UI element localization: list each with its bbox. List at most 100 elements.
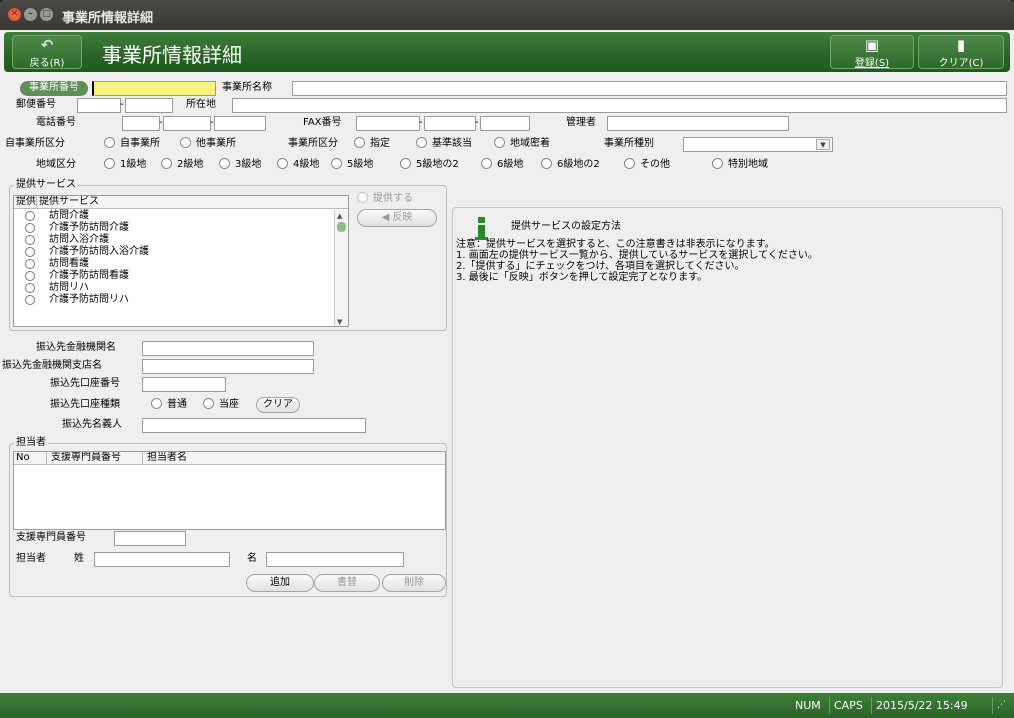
reflect-button[interactable]: ◀ 反映 (357, 209, 437, 227)
office-category-radio-other[interactable]: 他事業所 (180, 137, 236, 151)
manager-input[interactable] (607, 116, 789, 131)
delete-button[interactable]: 削除 (382, 574, 446, 592)
region-radio-6[interactable]: 6級地 (481, 158, 523, 172)
save-button[interactable]: ▣ 登録(S) (830, 35, 914, 69)
service-row[interactable]: 訪問リハ (14, 282, 334, 294)
chevron-down-icon: ▼ (816, 139, 830, 150)
office-type-label: 事業所種別 (604, 138, 654, 149)
office-no-input[interactable] (92, 81, 216, 96)
office-category-radio-own[interactable]: 自事業所 (104, 137, 160, 151)
phone-input-3[interactable] (214, 116, 266, 131)
service-row[interactable]: 介護予防訪問リハ (14, 294, 334, 306)
service-row[interactable]: 訪問看護 (14, 258, 334, 270)
phone-input-2[interactable] (163, 116, 211, 131)
postal-input-1[interactable] (77, 98, 121, 113)
scroll-down-icon[interactable]: ▼ (337, 318, 342, 326)
bank-branch-label: 振込先金融機関支店名 (2, 360, 102, 371)
office-division-label: 事業所区分 (288, 138, 338, 149)
clear-button-label: クリア(C) (938, 58, 984, 69)
office-type-select[interactable]: ▼ (683, 137, 833, 152)
account-type-clear-button[interactable]: クリア (256, 397, 300, 413)
region-radio-2[interactable]: 2級地 (161, 158, 203, 172)
address-input[interactable] (232, 98, 1007, 113)
first-name-input[interactable] (266, 552, 404, 567)
account-no-input[interactable] (142, 377, 226, 392)
holder-label: 振込先名義人 (62, 419, 122, 430)
phone-input-1[interactable] (122, 116, 160, 131)
checkbox-icon (357, 192, 368, 203)
back-button[interactable]: ↶ 戻る(R) (12, 35, 82, 69)
region-radio-other[interactable]: その他 (624, 158, 670, 172)
clear-button[interactable]: ▮ クリア(C) (918, 35, 1004, 69)
region-radio-1[interactable]: 1級地 (104, 158, 146, 172)
radio-circle-icon (25, 295, 35, 305)
last-name-input[interactable] (94, 552, 230, 567)
bank-branch-input[interactable] (142, 359, 314, 374)
radio-circle-icon (25, 235, 35, 245)
region-radio-5[interactable]: 5級地 (331, 158, 373, 172)
radio-circle-icon (25, 223, 35, 233)
radio-circle-icon (104, 137, 115, 148)
service-row[interactable]: 介護予防訪問介護 (14, 222, 334, 234)
radio-circle-icon (494, 137, 505, 148)
holder-input[interactable] (142, 418, 366, 433)
address-label: 所在地 (186, 99, 216, 110)
save-disk-icon: ▣ (864, 36, 880, 54)
radio-circle-icon (25, 283, 35, 293)
bank-name-input[interactable] (142, 341, 314, 356)
service-row[interactable]: 介護予防訪問入浴介護 (14, 246, 334, 258)
fax-input-1[interactable] (356, 116, 420, 131)
resize-grip-icon[interactable]: ⋰ (992, 697, 1010, 714)
office-division-radio-designated[interactable]: 指定 (354, 137, 390, 151)
region-radio-5-2[interactable]: 5級地の2 (400, 158, 459, 172)
window-minimize-icon[interactable]: – (24, 8, 37, 21)
region-label: 地域区分 (36, 159, 76, 170)
services-list-header: 提供 提供サービス (14, 196, 348, 209)
radio-circle-icon (219, 158, 230, 169)
services-group-title: 提供サービス (14, 179, 78, 191)
service-row[interactable]: 介護予防訪問看護 (14, 270, 334, 282)
back-arrow-icon: ↶ (40, 36, 54, 54)
radio-circle-icon (203, 398, 214, 409)
region-radio-6-2[interactable]: 6級地の2 (541, 158, 600, 172)
info-panel: 提供サービスの設定方法 注意：提供サービスを選択すると、この注意書きは非表示にな… (452, 207, 1003, 688)
staff-group: 担当者 No 支援専門員番号 担当者名 支援専門員番号 担当者 姓 名 追加 書… (9, 437, 447, 597)
region-radio-4[interactable]: 4級地 (277, 158, 319, 172)
service-row[interactable]: 訪問入浴介護 (14, 234, 334, 246)
provide-checkbox[interactable]: 提供する (357, 192, 413, 206)
app-window: ✕ – □ 事業所情報詳細 ↶ 戻る(R) 事業所情報詳細 ▣ 登録(S) ▮ … (0, 0, 1014, 718)
service-row[interactable]: 訪問介護 (14, 210, 334, 222)
scrollbar-thumb[interactable] (337, 222, 346, 232)
scroll-up-icon[interactable]: ▲ (337, 212, 342, 220)
services-col-provide: 提供 (16, 196, 36, 207)
save-button-label: 登録(S) (854, 58, 890, 69)
radio-circle-icon (151, 398, 162, 409)
region-radio-3[interactable]: 3級地 (219, 158, 261, 172)
clear-icon: ▮ (956, 36, 966, 54)
special-region-checkbox[interactable]: 特別地域 (712, 158, 768, 172)
window-titlebar: ✕ – □ 事業所情報詳細 (0, 0, 1014, 30)
replace-button[interactable]: 書替 (314, 574, 380, 592)
office-division-radio-community[interactable]: 地域密着 (494, 137, 550, 151)
account-type-radio-current[interactable]: 当座 (203, 398, 239, 412)
specialist-no-input[interactable] (114, 531, 186, 546)
window-close-icon[interactable]: ✕ (8, 8, 21, 21)
window-maximize-icon[interactable]: □ (40, 8, 53, 21)
first-name-label: 名 (247, 553, 257, 564)
services-col-name: 提供サービス (36, 196, 99, 208)
services-scrollbar[interactable]: ▲ ▼ (334, 210, 348, 326)
office-division-radio-standard[interactable]: 基準該当 (416, 137, 472, 151)
add-button[interactable]: 追加 (246, 574, 314, 592)
fax-input-2[interactable] (424, 116, 476, 131)
fax-dash-1: - (419, 117, 423, 128)
postal-input-2[interactable] (125, 98, 173, 113)
radio-circle-icon (25, 259, 35, 269)
radio-circle-icon (331, 158, 342, 169)
fax-input-3[interactable] (480, 116, 530, 131)
status-bar: NUM CAPS 2015/5/22 15:49 ⋰ (0, 693, 1014, 718)
account-type-radio-ordinary[interactable]: 普通 (151, 398, 187, 412)
services-list: 提供 提供サービス 訪問介護 介護予防訪問介護 訪問入浴介護 介護予防訪問入浴介… (13, 195, 349, 327)
window-title: 事業所情報詳細 (62, 11, 154, 26)
office-name-input[interactable] (292, 81, 1007, 96)
radio-circle-icon (354, 137, 365, 148)
